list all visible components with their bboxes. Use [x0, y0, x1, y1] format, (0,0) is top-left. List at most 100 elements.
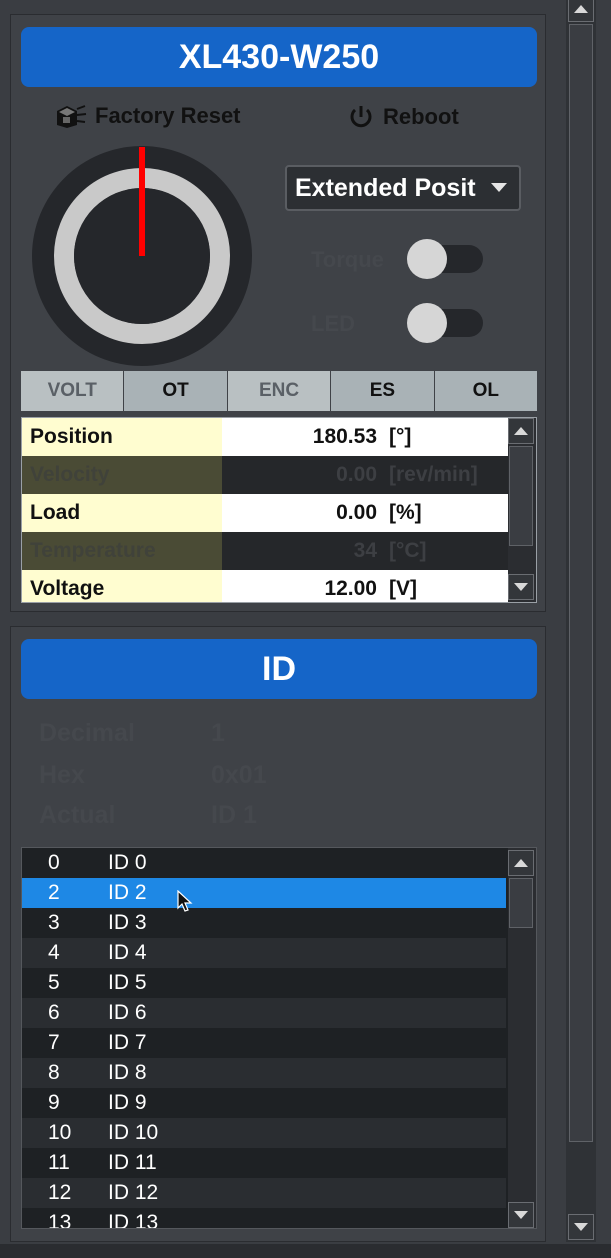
led-toggle-knob[interactable]: [407, 303, 447, 343]
status-name: Position: [22, 418, 222, 456]
id-list-label: ID 8: [108, 1061, 147, 1084]
status-value-cell: 0.00 [rev/min]: [222, 456, 508, 494]
id-list-number: 7: [48, 1031, 60, 1054]
operating-mode-dropdown[interactable]: Extended Posit: [285, 165, 521, 211]
id-list-item[interactable]: 4 ID 4: [22, 938, 506, 968]
status-unit: [°C]: [389, 539, 427, 562]
scroll-down-button[interactable]: [508, 1202, 534, 1228]
hex-row: Hex 0x01: [39, 761, 267, 790]
status-value-cell: 34 [°C]: [222, 532, 508, 570]
id-list: 13 ID 13 12 ID 12 11 ID 11 10 ID 10 9 ID 9 8 ID 8 7 I…: [21, 847, 537, 1229]
actual-value: ID 1: [211, 801, 257, 829]
page-scroll-thumb[interactable]: [569, 24, 593, 1142]
arrow-up-icon: [574, 5, 588, 13]
id-list-label: ID 4: [108, 941, 147, 964]
id-list-item[interactable]: 13 ID 13: [22, 1208, 506, 1229]
bottom-bar: [0, 1244, 611, 1258]
scroll-thumb[interactable]: [509, 446, 533, 546]
operating-mode-value: Extended Posit: [295, 173, 476, 202]
flag-volt: VOLT: [21, 371, 125, 411]
torque-toggle-knob[interactable]: [407, 239, 447, 279]
flag-enc: ENC: [227, 371, 332, 411]
id-list-item[interactable]: 11 ID 11: [22, 1148, 506, 1178]
scroll-up-button[interactable]: [508, 418, 534, 444]
id-list-number: 11: [48, 1151, 70, 1174]
factory-reset-button[interactable]: Factory Reset: [55, 103, 241, 129]
status-name: Voltage: [22, 570, 222, 602]
status-unit: [V]: [389, 577, 417, 600]
mouse-cursor-icon: [177, 890, 193, 912]
scroll-thumb[interactable]: [509, 878, 533, 928]
id-list-item[interactable]: 8 ID 8: [22, 1058, 506, 1088]
page-scroll-up-button[interactable]: [568, 0, 594, 22]
id-list-scrollbar[interactable]: [508, 848, 536, 1228]
scroll-up-button[interactable]: [508, 850, 534, 876]
id-list-item[interactable]: 6 ID 6: [22, 998, 506, 1028]
status-name: Velocity: [22, 456, 222, 494]
motor-model-title: XL430-W250: [21, 27, 537, 87]
chevron-down-icon: [491, 183, 507, 192]
status-value: 180.53: [312, 425, 377, 448]
status-row: Velocity 0.00 [rev/min]: [22, 456, 508, 494]
status-unit: [rev/min]: [389, 463, 478, 486]
id-list-item[interactable]: 3 ID 3: [22, 908, 506, 938]
id-list-label: ID 6: [108, 1001, 147, 1024]
id-list-label: ID 5: [108, 971, 147, 994]
led-label: LED: [311, 311, 355, 336]
id-list-label: ID 9: [108, 1091, 147, 1114]
arrow-up-icon: [514, 859, 528, 867]
id-list-label: ID 7: [108, 1031, 147, 1054]
arrow-down-icon: [514, 583, 528, 591]
status-name: Load: [22, 494, 222, 532]
id-list-label: ID 2: [108, 881, 147, 904]
id-list-label: ID 10: [108, 1121, 159, 1144]
id-list-number: 2: [48, 881, 60, 904]
flag-ol: OL: [434, 371, 538, 411]
id-panel-title: ID: [21, 639, 537, 699]
page-scroll-down-button[interactable]: [568, 1214, 594, 1240]
id-list-item[interactable]: 2 ID 2: [22, 878, 506, 908]
reboot-button[interactable]: Reboot: [347, 103, 459, 131]
id-list-number: 3: [48, 911, 60, 934]
flag-ot: OT: [124, 371, 228, 411]
status-value: 12.00: [324, 577, 377, 600]
id-list-item[interactable]: 5 ID 5: [22, 968, 506, 998]
arrow-down-icon: [514, 1211, 528, 1219]
status-value: 0.00: [336, 501, 377, 524]
status-row: Voltage 12.00 [V]: [22, 570, 508, 602]
status-value: 0.00: [336, 463, 377, 486]
error-flags: VOLT OT ENC ES OL: [21, 371, 538, 411]
status-unit: [°]: [389, 425, 412, 448]
actual-label: Actual: [39, 801, 116, 829]
id-list-label: ID 0: [108, 851, 147, 874]
id-list-label: ID 3: [108, 911, 147, 934]
scroll-down-button[interactable]: [508, 574, 534, 600]
id-list-item[interactable]: 12 ID 12: [22, 1178, 506, 1208]
position-dial: [32, 146, 252, 366]
reboot-label: Reboot: [383, 104, 459, 129]
id-list-item[interactable]: 9 ID 9: [22, 1088, 506, 1118]
flag-es: ES: [331, 371, 435, 411]
status-value-cell: 12.00 [V]: [222, 570, 508, 602]
id-list-number: 10: [48, 1121, 72, 1144]
decimal-row: Decimal 1: [39, 719, 225, 748]
status-unit: [%]: [389, 501, 422, 524]
torque-label: Torque: [311, 247, 384, 272]
id-list-item[interactable]: 7 ID 7: [22, 1028, 506, 1058]
hex-value: 0x01: [211, 761, 267, 789]
id-list-item[interactable]: 0 ID 0: [22, 848, 506, 878]
decimal-value: 1: [211, 719, 225, 747]
id-list-number: 5: [48, 971, 60, 994]
actual-row: Actual ID 1: [39, 801, 257, 830]
hex-label: Hex: [39, 761, 85, 789]
status-value-cell: 0.00 [%]: [222, 494, 508, 532]
power-icon: [350, 106, 372, 128]
factory-reset-label: Factory Reset: [95, 103, 241, 128]
status-table-scrollbar[interactable]: [508, 418, 536, 602]
page-scrollbar[interactable]: [566, 0, 596, 1242]
id-list-number: 12: [48, 1181, 72, 1204]
id-list-item[interactable]: 10 ID 10: [22, 1118, 506, 1148]
id-list-number: 13: [48, 1211, 72, 1229]
status-row: Load 0.00 [%]: [22, 494, 508, 532]
status-table: Voltage 12.00 [V] Temperature 34 [°C] Load 0.00…: [21, 417, 537, 603]
